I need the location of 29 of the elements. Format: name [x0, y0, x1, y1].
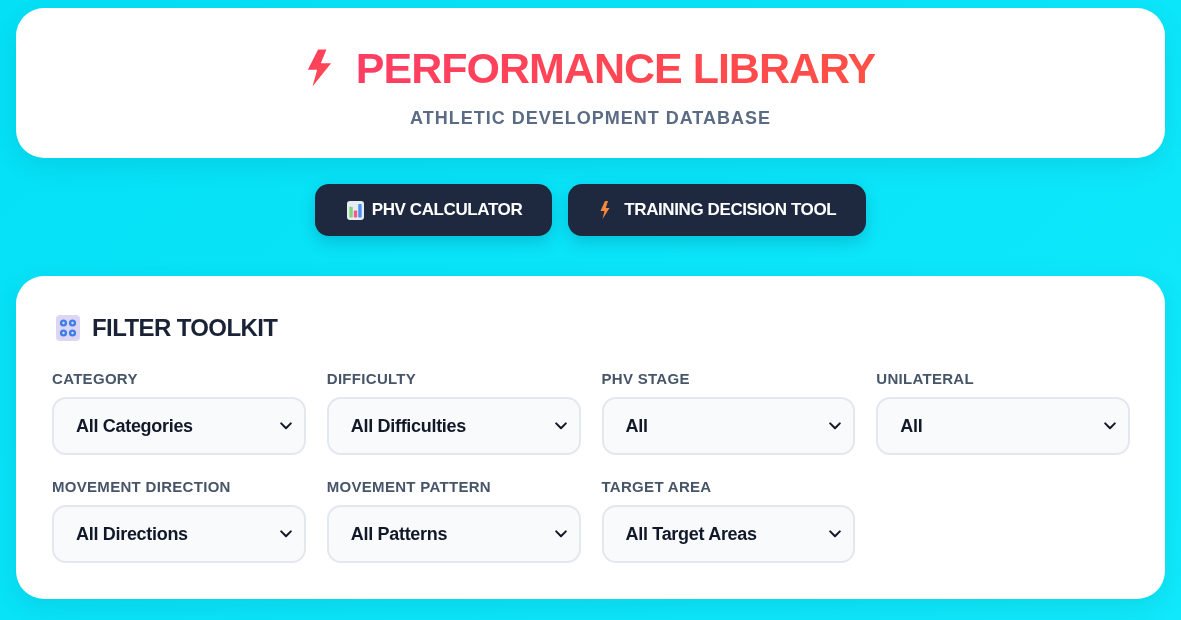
- chevron-down-icon: [554, 530, 567, 538]
- chevron-down-icon: [829, 530, 842, 538]
- lightning-bolt-icon: [600, 201, 611, 219]
- filter-label: MOVEMENT PATTERN: [326, 477, 491, 497]
- filter-label: UNILATERAL: [876, 369, 974, 389]
- tool-button[interactable]: PHV CALCULATOR: [314, 184, 553, 236]
- page-subtitle: ATHLETIC DEVELOPMENT DATABASE: [410, 107, 771, 130]
- filter-dropdown[interactable]: All Difficulties: [326, 397, 581, 455]
- filter-label: PHV STAGE: [601, 369, 690, 389]
- control-knobs-icon: [56, 315, 80, 341]
- filter-label: CATEGORY: [52, 369, 138, 389]
- filter-dropdown[interactable]: All: [876, 397, 1130, 455]
- filter-dropdown[interactable]: All Patterns: [326, 505, 581, 563]
- chevron-down-icon: [279, 530, 292, 538]
- filter-label: TARGET AREA: [601, 477, 712, 497]
- chevron-down-icon: [279, 422, 292, 430]
- filter-dropdown[interactable]: All Target Areas: [601, 505, 856, 563]
- chevron-down-icon: [554, 422, 567, 430]
- filter-dropdown[interactable]: All Categories: [52, 397, 306, 455]
- filter-label: MOVEMENT DIRECTION: [52, 477, 231, 497]
- chevron-down-icon: [1104, 422, 1116, 430]
- lightning-bolt-icon: [305, 48, 332, 88]
- filter-label: DIFFICULTY: [326, 369, 417, 389]
- filter-dropdown[interactable]: All Directions: [52, 505, 306, 563]
- panel-title: FILTER TOOLKIT: [92, 313, 278, 343]
- chevron-down-icon: [829, 422, 842, 430]
- tool-button[interactable]: TRAINING DECISION TOOL: [568, 184, 867, 236]
- bar-chart-icon: [346, 200, 364, 220]
- filter-dropdown[interactable]: All: [601, 397, 856, 455]
